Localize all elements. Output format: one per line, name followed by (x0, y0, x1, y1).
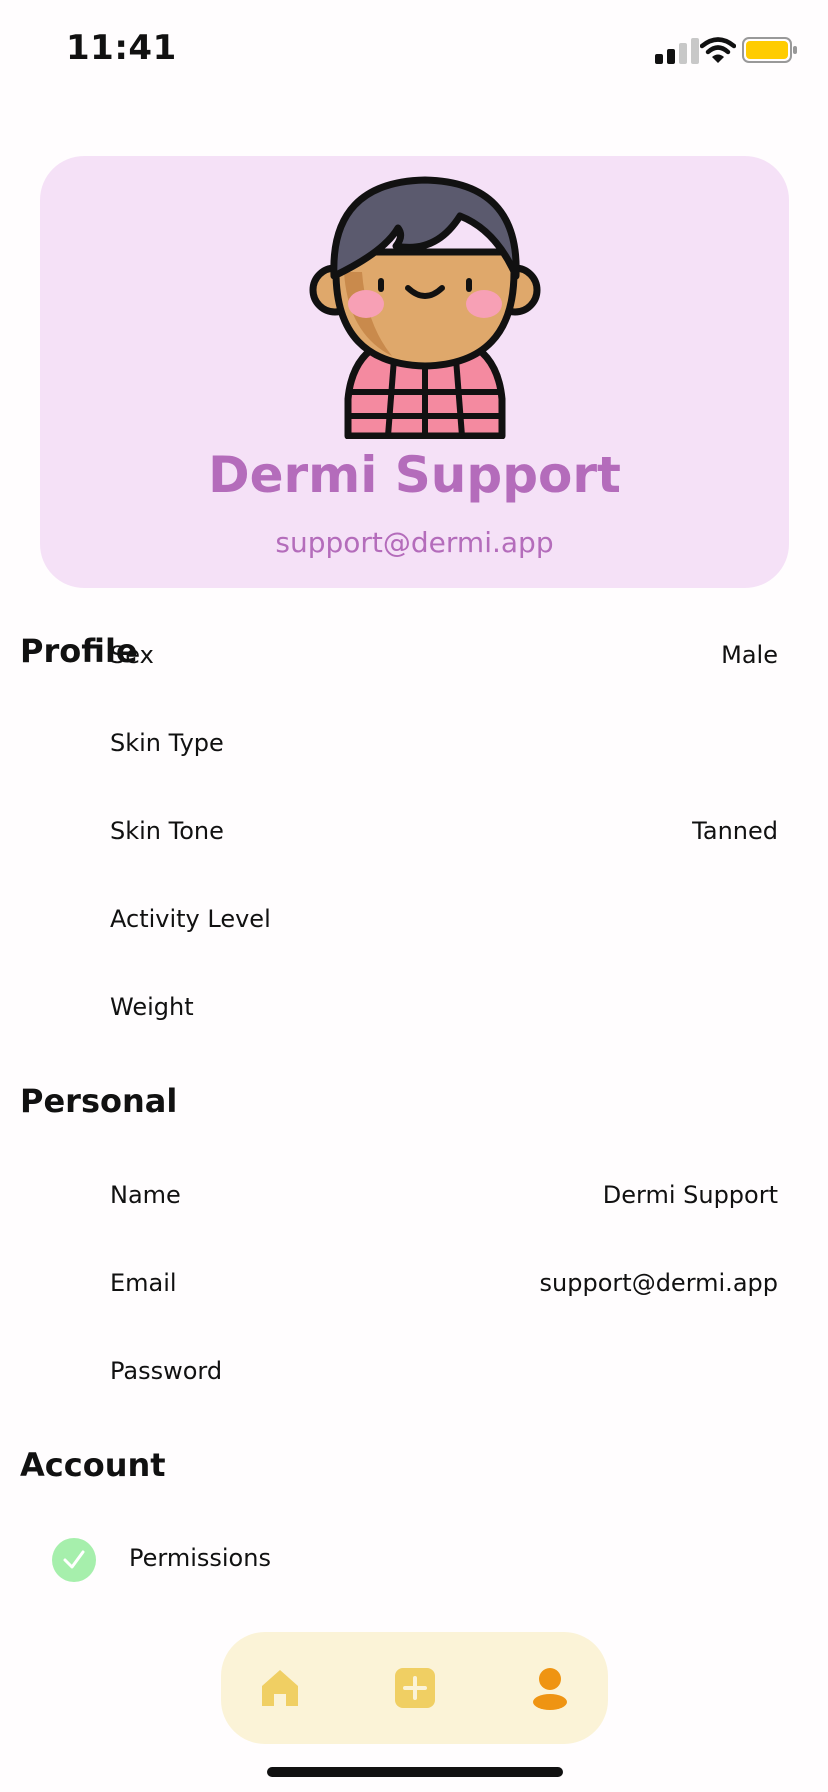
wifi-icon (700, 37, 736, 63)
cellular-signal-icon (655, 38, 699, 64)
status-time: 11:41 (66, 28, 177, 68)
tab-add[interactable] (387, 1660, 443, 1716)
row-skin-tone-value[interactable]: Tanned (692, 817, 778, 845)
profile-email: support@dermi.app (275, 526, 554, 559)
row-permissions-label[interactable]: Permissions (129, 1544, 271, 1572)
home-icon (262, 1670, 298, 1706)
row-email-label[interactable]: Email (110, 1269, 177, 1297)
row-email-value[interactable]: support@dermi.app (540, 1269, 778, 1297)
row-name-value[interactable]: Dermi Support (603, 1181, 778, 1209)
tab-home[interactable] (252, 1660, 308, 1716)
row-activity-level-label[interactable]: Activity Level (110, 905, 271, 933)
bottom-tab-bar (221, 1632, 608, 1744)
row-skin-type-label[interactable]: Skin Type (110, 729, 224, 757)
permissions-check-icon (52, 1538, 96, 1582)
row-sex-value[interactable]: Male (721, 641, 778, 669)
row-name-label[interactable]: Name (110, 1181, 181, 1209)
row-password-label[interactable]: Password (110, 1357, 222, 1385)
battery-icon (742, 37, 797, 63)
status-bar: 11:41 (0, 0, 828, 100)
plus-square-icon (395, 1668, 435, 1708)
row-skin-tone-label[interactable]: Skin Tone (110, 817, 224, 845)
row-sex-label[interactable]: Sex (110, 641, 154, 669)
row-weight-label[interactable]: Weight (110, 993, 194, 1021)
home-indicator (267, 1767, 563, 1777)
tab-profile[interactable] (522, 1660, 578, 1716)
section-title-personal: Personal (20, 1082, 178, 1120)
section-title-account: Account (20, 1446, 166, 1484)
avatar (309, 176, 541, 439)
profile-name: Dermi Support (208, 446, 621, 504)
profile-header-card: Dermi Support support@dermi.app (40, 156, 789, 588)
person-icon (533, 1668, 567, 1710)
